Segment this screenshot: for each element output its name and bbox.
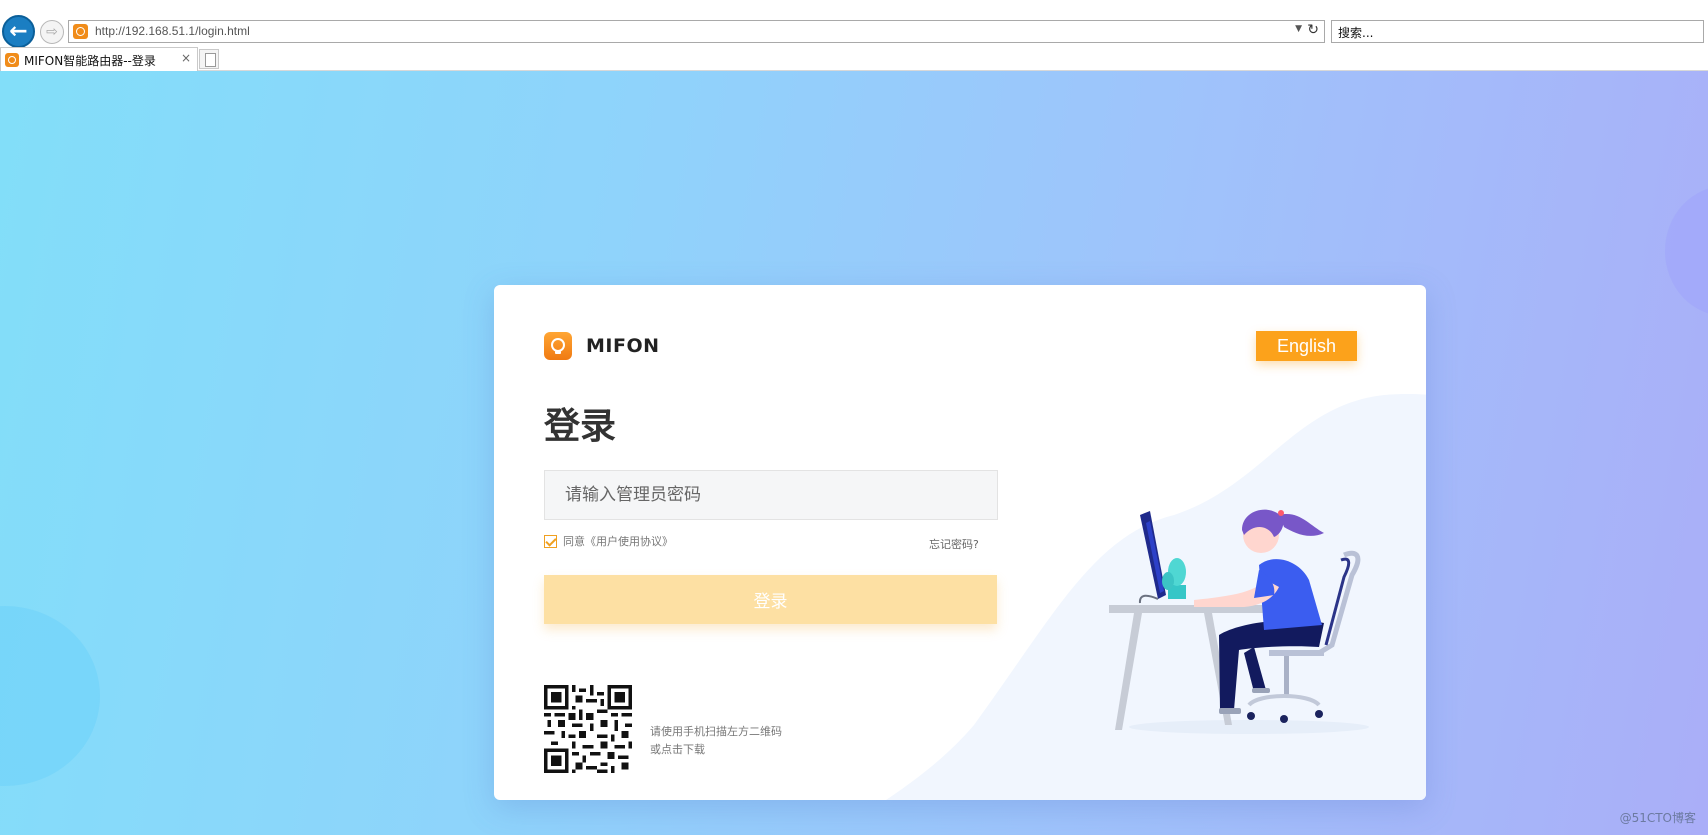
back-button[interactable]: ← — [2, 15, 35, 48]
navigation-bar: ← ⇨ http://192.168.51.1/login.html ▼ ↻ 搜… — [0, 0, 1708, 48]
tab-login[interactable]: MIFON智能路由器--登录 × — [0, 47, 198, 71]
watermark: @51CTO博客 — [1619, 811, 1696, 825]
agreement-row[interactable]: 同意《用户使用协议》 — [544, 533, 673, 549]
person-at-desk-illustration — [1109, 509, 1369, 734]
arrow-left-icon: ← — [9, 18, 28, 44]
login-button[interactable]: 登录 — [544, 575, 997, 624]
brand-name: MIFON — [586, 335, 660, 357]
page-title: 登录 — [544, 406, 617, 447]
agreement-checkbox[interactable] — [544, 534, 557, 548]
url-text[interactable]: http://192.168.51.1/login.html — [95, 24, 250, 38]
qr-instructions: 请使用手机扫描左方二维码 或点击下载 — [650, 723, 782, 759]
address-bar[interactable]: http://192.168.51.1/login.html ▼ ↻ — [68, 20, 1325, 43]
background-circle — [0, 606, 100, 786]
search-box[interactable]: 搜索... — [1331, 20, 1704, 43]
download-link[interactable]: 或点击下载 — [650, 741, 782, 759]
mifon-logo-icon — [544, 332, 572, 360]
site-favicon-icon — [73, 24, 88, 39]
new-tab-button[interactable] — [199, 49, 219, 69]
password-field[interactable] — [544, 470, 998, 520]
tab-title[interactable]: MIFON智能路由器--登录 — [24, 52, 156, 69]
agreement-label[interactable]: 同意《用户使用协议》 — [563, 533, 673, 549]
refresh-icon[interactable]: ↻ — [1307, 22, 1319, 38]
brand: MIFON — [544, 332, 660, 360]
search-placeholder[interactable]: 搜索... — [1338, 24, 1373, 41]
close-icon[interactable]: × — [181, 51, 191, 65]
tab-favicon-icon — [5, 53, 19, 67]
background-circle — [1665, 186, 1708, 316]
qr-code-icon[interactable] — [544, 685, 632, 773]
login-page: MIFON English 登录 同意《用户使用协议》 忘记密码? 登录 请使用… — [0, 71, 1708, 835]
login-card: MIFON English 登录 同意《用户使用协议》 忘记密码? 登录 请使用… — [494, 285, 1426, 800]
forgot-password-link[interactable]: 忘记密码? — [929, 536, 979, 552]
arrow-right-icon: ⇨ — [46, 24, 58, 40]
qr-instruction-line: 请使用手机扫描左方二维码 — [650, 725, 782, 738]
browser-chrome: ← ⇨ http://192.168.51.1/login.html ▼ ↻ 搜… — [0, 0, 1708, 71]
forward-button[interactable]: ⇨ — [40, 20, 64, 44]
language-english-button[interactable]: English — [1256, 331, 1357, 361]
chevron-down-icon[interactable]: ▼ — [1295, 24, 1302, 34]
tab-bar: MIFON智能路由器--登录 × — [0, 45, 1708, 71]
